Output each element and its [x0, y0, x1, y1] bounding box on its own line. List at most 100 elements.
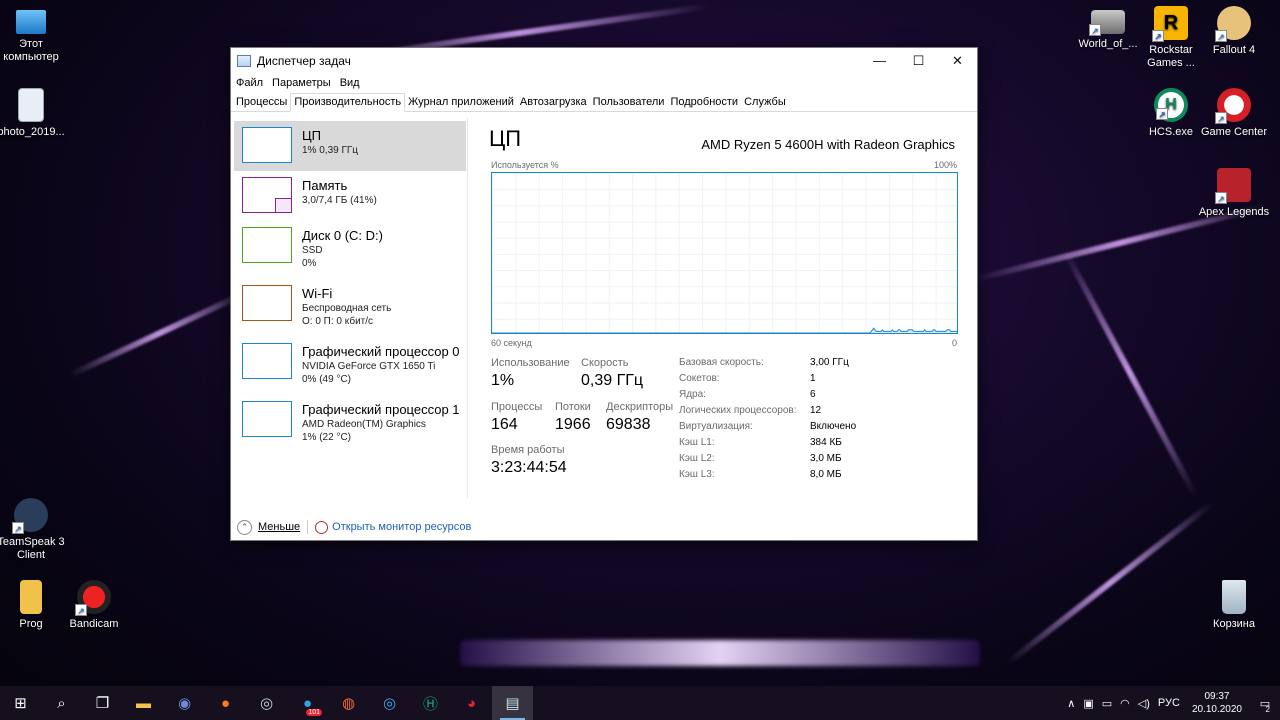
clock[interactable]: 09:37 20.10.2020: [1192, 690, 1242, 716]
stat-value: 0,39 ГГц: [581, 372, 644, 389]
desktop-icon-photo[interactable]: photo_2019...: [0, 88, 69, 139]
taskbar-origin[interactable]: ◍: [328, 686, 369, 720]
spec-label: Сокетов:: [679, 373, 720, 384]
world-of-tanks-icon: ↗: [1089, 10, 1125, 36]
tray-app-icon[interactable]: ▣: [1083, 697, 1093, 710]
taskbar-app[interactable]: ◎: [369, 686, 410, 720]
spec-value: 8,0 МБ: [810, 469, 842, 480]
stat-usage: Использование 1%: [491, 357, 570, 390]
desktop-icon-label: TeamSpeak 3 Client: [0, 536, 65, 561]
tab-users[interactable]: Пользователи: [590, 94, 668, 111]
desktop-icon-label: World_of_...: [1078, 38, 1138, 50]
taskbar-hcs[interactable]: Ⓗ: [410, 686, 451, 720]
desktop-icon-teamspeak[interactable]: ↗ TeamSpeak 3 Client: [0, 498, 69, 562]
desktop-icon-bandicam[interactable]: ↗ Bandicam: [56, 580, 132, 631]
spec-value: Включено: [810, 421, 857, 432]
taskbar-discord[interactable]: ◉: [164, 686, 205, 720]
battery-icon[interactable]: ▭: [1102, 697, 1112, 710]
sidebar-item-memory[interactable]: Память 3,0/7,4 ГБ (41%): [234, 171, 466, 221]
taskbar-firefox[interactable]: ●: [205, 686, 246, 720]
language-indicator[interactable]: РУС: [1158, 697, 1180, 709]
volume-icon[interactable]: ◁): [1138, 697, 1150, 710]
tab-bar: Процессы Производительность Журнал прило…: [231, 92, 977, 112]
maximize-button[interactable]: ☐: [899, 48, 938, 74]
fewer-details-link[interactable]: Меньше: [258, 521, 300, 533]
chevron-up-icon[interactable]: ⌃: [237, 519, 252, 535]
chevron-up-icon[interactable]: ∧: [1067, 697, 1075, 710]
start-button[interactable]: ⊞: [0, 686, 41, 720]
taskbar-explorer[interactable]: ▬: [123, 686, 164, 720]
fallout-icon: ↗: [1215, 6, 1251, 42]
game-center-icon: ◕: [466, 694, 477, 712]
wifi-thumbnail-graph: [242, 285, 292, 321]
sidebar-item-value: 1% 0,39 ГГц: [302, 145, 359, 156]
cpu-detail-panel: ЦП AMD Ryzen 5 4600H with Radeon Graphic…: [489, 126, 959, 480]
close-button[interactable]: ✕: [938, 48, 977, 74]
disk-thumbnail-graph: [242, 227, 292, 263]
sidebar-item-disk[interactable]: Диск 0 (C: D:) SSD 0%: [234, 221, 466, 271]
tab-app-history[interactable]: Журнал приложений: [405, 94, 517, 111]
sidebar-item-type: AMD Radeon(TM) Graphics: [302, 419, 426, 430]
tab-services[interactable]: Службы: [741, 94, 789, 111]
telegram-badge: 101: [306, 709, 322, 716]
sidebar-item-gpu0[interactable]: Графический процессор 0 NVIDIA GeForce G…: [234, 337, 466, 387]
menu-options[interactable]: Параметры: [272, 77, 331, 89]
game-center-icon: ↗: [1215, 88, 1251, 124]
hcs-icon: H ↗: [1154, 88, 1188, 122]
task-manager-icon: ▤: [505, 695, 520, 712]
taskbar-steam[interactable]: ◎: [246, 686, 287, 720]
action-center-button[interactable]: ▭ 2: [1250, 697, 1280, 714]
menu-file[interactable]: Файл: [236, 77, 263, 89]
tab-processes[interactable]: Процессы: [233, 94, 290, 111]
apex-icon: ↗: [1215, 168, 1251, 204]
taskbar-task-manager[interactable]: ▤: [492, 686, 533, 720]
taskbar-game-center[interactable]: ◕: [451, 686, 492, 720]
desktop-icon-fallout[interactable]: ↗ Fallout 4: [1196, 6, 1272, 57]
cpu-thumbnail-graph: [242, 127, 292, 163]
desktop-icon-computer[interactable]: Этот компьютер: [0, 6, 69, 64]
clock-time: 09:37: [1204, 691, 1230, 702]
menu-view[interactable]: Вид: [340, 77, 360, 89]
app-icon: ◎: [382, 695, 397, 712]
search-button[interactable]: ⌕: [41, 686, 82, 720]
task-view-button[interactable]: ❐: [82, 686, 123, 720]
stat-speed: Скорость 0,39 ГГц: [581, 357, 643, 390]
menu-bar: Файл Параметры Вид: [231, 74, 977, 92]
tab-details[interactable]: Подробности: [667, 94, 741, 111]
firefox-icon: ●: [220, 694, 231, 712]
desktop-icon-label: HCS.exe: [1148, 126, 1194, 138]
desktop-icon-apex[interactable]: ↗ Apex Legends: [1196, 168, 1272, 219]
title-bar[interactable]: Диспетчер задач — ☐ ✕: [231, 48, 977, 74]
gpu0-thumbnail-graph: [242, 343, 292, 379]
sidebar-item-type: SSD: [302, 245, 323, 256]
sidebar-item-label: ЦП: [302, 128, 321, 143]
folder-icon: [20, 580, 42, 614]
spec-label: Кэш L2:: [679, 453, 715, 464]
resource-monitor-icon: [315, 520, 329, 534]
minimize-button[interactable]: —: [860, 48, 899, 74]
sidebar-item-wifi[interactable]: Wi-Fi Беспроводная сеть О: 0 П: 0 кбит/с: [234, 279, 466, 329]
open-resource-monitor-link[interactable]: Открыть монитор ресурсов: [332, 521, 471, 533]
rockstar-icon: R ↗: [1152, 6, 1188, 42]
spec-value: 1: [810, 373, 816, 384]
wifi-icon[interactable]: ◠: [1120, 697, 1130, 710]
sidebar-item-gpu1[interactable]: Графический процессор 1 AMD Radeon(TM) G…: [234, 395, 466, 445]
spec-row: Кэш L2: 3,0 МБ: [679, 453, 856, 469]
wallpaper-glow: [460, 640, 980, 666]
sidebar-item-label: Графический процессор 0: [302, 344, 460, 359]
tab-startup[interactable]: Автозагрузка: [517, 94, 590, 111]
desktop-icon-game-center[interactable]: ↗ Game Center: [1196, 88, 1272, 139]
spec-row: Логических процессоров: 12: [679, 405, 856, 421]
sidebar-item-value: 0% (49 °C): [302, 374, 352, 385]
cpu-usage-svg: [492, 327, 957, 333]
taskbar-telegram[interactable]: ● 101: [287, 686, 328, 720]
sidebar-item-cpu[interactable]: ЦП 1% 0,39 ГГц: [234, 121, 466, 171]
stat-value: 3:23:44:54: [491, 459, 567, 476]
windows-logo-icon: ⊞: [14, 695, 27, 712]
stat-handles: Дескрипторы 69838: [606, 401, 673, 434]
discord-icon: ◉: [177, 695, 192, 712]
spec-label: Кэш L1:: [679, 437, 715, 448]
image-file-icon: [18, 88, 44, 122]
tab-performance[interactable]: Производительность: [290, 93, 406, 112]
desktop-icon-recycle-bin[interactable]: Корзина: [1196, 580, 1272, 631]
